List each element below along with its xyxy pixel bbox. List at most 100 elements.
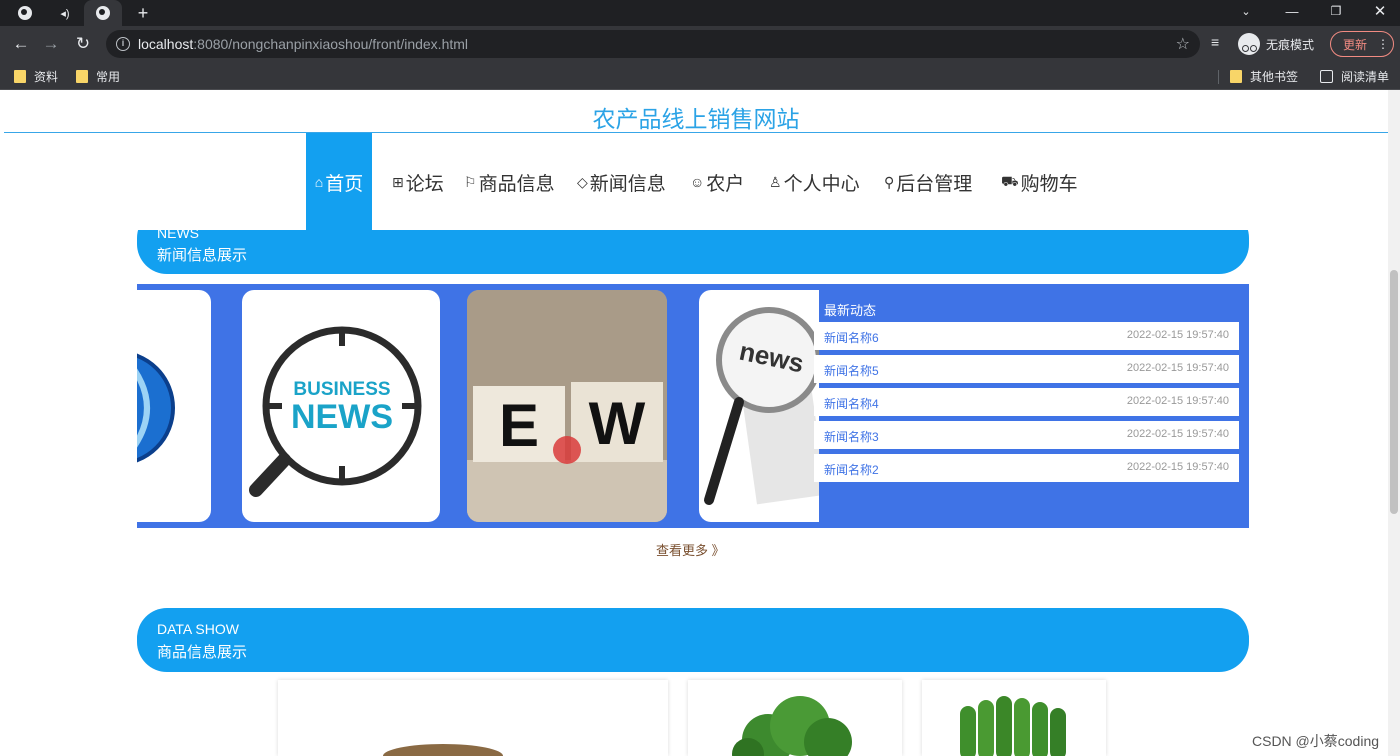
bookmarks-bar: 资料 常用 其他书签 阅读清单 xyxy=(0,62,1400,90)
face-icon: ☺ xyxy=(690,174,705,190)
latest-news-title: 最新动态 xyxy=(824,303,877,318)
globe-icon xyxy=(18,6,32,20)
folder-icon xyxy=(14,69,26,83)
svg-text:NEWS: NEWS xyxy=(291,398,393,436)
news-list-item[interactable]: 新闻名称6 2022-02-15 19:57:40 xyxy=(814,322,1239,350)
nav-label: 论坛 xyxy=(405,173,444,195)
bookmark-folder[interactable]: 资料 xyxy=(14,68,58,84)
forward-icon[interactable]: → xyxy=(38,32,64,56)
data-section-header: DATA SHOW 商品信息展示 xyxy=(137,608,1249,672)
incognito-icon xyxy=(1238,33,1260,55)
nav-item-home-active[interactable]: ⌂ 首页 xyxy=(306,133,372,231)
home-icon: ⌂ xyxy=(314,174,324,190)
news-item-title: 新闻名称3 xyxy=(824,430,879,444)
nav-label: 农户 xyxy=(706,173,745,195)
reading-list-icon xyxy=(1320,69,1333,83)
news-item-time: 2022-02-15 19:57:40 xyxy=(1126,362,1229,374)
user-icon: ♙ xyxy=(769,173,782,190)
tab-search-icon[interactable]: ⌄ xyxy=(1224,0,1268,22)
latest-news-list: 最新动态 新闻名称6 2022-02-15 19:57:40 新闻名称5 202… xyxy=(804,284,1249,528)
globe-news-image: S xyxy=(137,353,175,463)
globe-icon xyxy=(96,6,110,20)
news-item-title: 新闻名称5 xyxy=(824,364,879,378)
svg-text:E: E xyxy=(499,392,539,459)
page-scrollbar[interactable] xyxy=(1388,90,1400,756)
news-item-time: 2022-02-15 19:57:40 xyxy=(1126,395,1229,407)
other-bookmarks[interactable]: 其他书签 xyxy=(1230,68,1298,84)
nav-label: 个人中心 xyxy=(783,173,860,195)
news-item-time: 2022-02-15 19:57:40 xyxy=(1126,428,1229,440)
news-list-item[interactable]: 新闻名称5 2022-02-15 19:57:40 xyxy=(814,355,1239,383)
browser-tab[interactable]: ◂) xyxy=(46,0,84,26)
nav-label: 购物车 xyxy=(1020,173,1078,195)
news-image[interactable]: BUSINESS NEWS xyxy=(242,290,440,522)
update-button[interactable]: 更新 ⋮ xyxy=(1330,31,1394,57)
restore-button[interactable]: ❐ xyxy=(1314,0,1358,22)
news-carousel-panel: S BUSINESS NEWS E W xyxy=(137,284,1249,528)
browser-toolbar: ← → ↻ i localhost:8080/nongchanpinxiaosh… xyxy=(0,26,1400,62)
new-tab-button[interactable]: + xyxy=(124,0,162,26)
reload-icon[interactable]: ↻ xyxy=(70,32,96,56)
bookmark-label: 资料 xyxy=(34,69,59,84)
view-more-link[interactable]: 查看更多 》 xyxy=(656,540,725,559)
product-card[interactable] xyxy=(278,680,668,756)
browser-tab-active[interactable] xyxy=(84,0,122,26)
business-news-image: BUSINESS NEWS xyxy=(249,326,422,497)
magnifier-news-image: news xyxy=(704,307,819,505)
section-cn-title: 新闻信息展示 xyxy=(157,247,248,264)
nav-label: 新闻信息 xyxy=(589,173,666,195)
info-icon[interactable]: i xyxy=(116,37,130,51)
folder-icon xyxy=(1230,69,1242,83)
news-item-title: 新闻名称4 xyxy=(824,397,879,411)
more-menu-icon: ⋮ xyxy=(1377,37,1390,51)
product-card[interactable] xyxy=(688,680,902,756)
news-list-item[interactable]: 新闻名称4 2022-02-15 19:57:40 xyxy=(814,388,1239,416)
news-item-title: 新闻名称2 xyxy=(824,463,879,477)
tag-icon: ◇ xyxy=(577,173,588,190)
bookmark-star-icon[interactable]: ☆ xyxy=(1176,34,1190,54)
link-icon: ⚲ xyxy=(884,173,895,190)
section-cn-title: 商品信息展示 xyxy=(157,644,248,661)
address-url[interactable]: localhost:8080/nongchanpinxiaoshou/front… xyxy=(138,36,468,52)
forum-icon: ⊞ xyxy=(392,173,404,190)
news-item-time: 2022-02-15 19:57:40 xyxy=(1126,329,1229,341)
browser-tab[interactable] xyxy=(6,0,44,26)
news-item-time: 2022-02-15 19:57:40 xyxy=(1126,461,1229,473)
close-window-button[interactable]: ✕ xyxy=(1358,0,1400,22)
cart-icon: ⛟ xyxy=(1001,172,1019,189)
reading-list-icon[interactable]: ≡ xyxy=(1211,34,1219,50)
minimize-button[interactable]: — xyxy=(1270,0,1314,22)
address-bar[interactable]: i localhost:8080/nongchanpinxiaoshou/fro… xyxy=(106,30,1200,58)
site-title: 农产品线上销售网站 xyxy=(592,106,800,132)
bookmark-label: 其他书签 xyxy=(1250,69,1299,84)
scrollbar-thumb[interactable] xyxy=(1390,270,1398,514)
update-label: 更新 xyxy=(1343,37,1368,52)
bookmark-label: 阅读清单 xyxy=(1341,69,1390,84)
news-image[interactable]: S xyxy=(137,290,211,522)
svg-text:BUSINESS: BUSINESS xyxy=(293,379,390,400)
incognito-label: 无痕模式 xyxy=(1266,37,1315,52)
nav-label: 商品信息 xyxy=(478,173,555,195)
news-image[interactable]: news xyxy=(699,290,819,522)
nav-label: 首页 xyxy=(325,173,364,195)
news-image[interactable]: E W xyxy=(467,290,667,522)
basket-product-image xyxy=(383,744,503,756)
folder-icon xyxy=(76,69,88,83)
cubes-news-image: E W xyxy=(467,290,667,522)
bookmarks-divider xyxy=(1218,70,1219,84)
back-icon[interactable]: ← xyxy=(8,32,34,56)
page-content: 农产品线上销售网站 ⌂首页 ⊞论坛 ⚐商品信息 ◇新闻信息 ☺农户 ♙个人中心 … xyxy=(4,90,1388,756)
audio-icon: ◂) xyxy=(60,7,70,20)
news-list-item[interactable]: 新闻名称3 2022-02-15 19:57:40 xyxy=(814,421,1239,449)
bookmark-folder[interactable]: 常用 xyxy=(76,68,120,84)
broccoli-product-image xyxy=(732,696,852,756)
news-item-title: 新闻名称6 xyxy=(824,331,879,345)
reading-list[interactable]: 阅读清单 xyxy=(1320,68,1389,84)
product-card[interactable] xyxy=(922,680,1106,756)
svg-text:W: W xyxy=(589,390,646,457)
flag-icon: ⚐ xyxy=(464,173,477,190)
news-list-item[interactable]: 新闻名称2 2022-02-15 19:57:40 xyxy=(814,454,1239,482)
incognito-indicator[interactable]: 无痕模式 xyxy=(1238,31,1314,57)
section-en-title: DATA SHOW xyxy=(157,621,239,637)
bookmark-label: 常用 xyxy=(96,69,121,84)
